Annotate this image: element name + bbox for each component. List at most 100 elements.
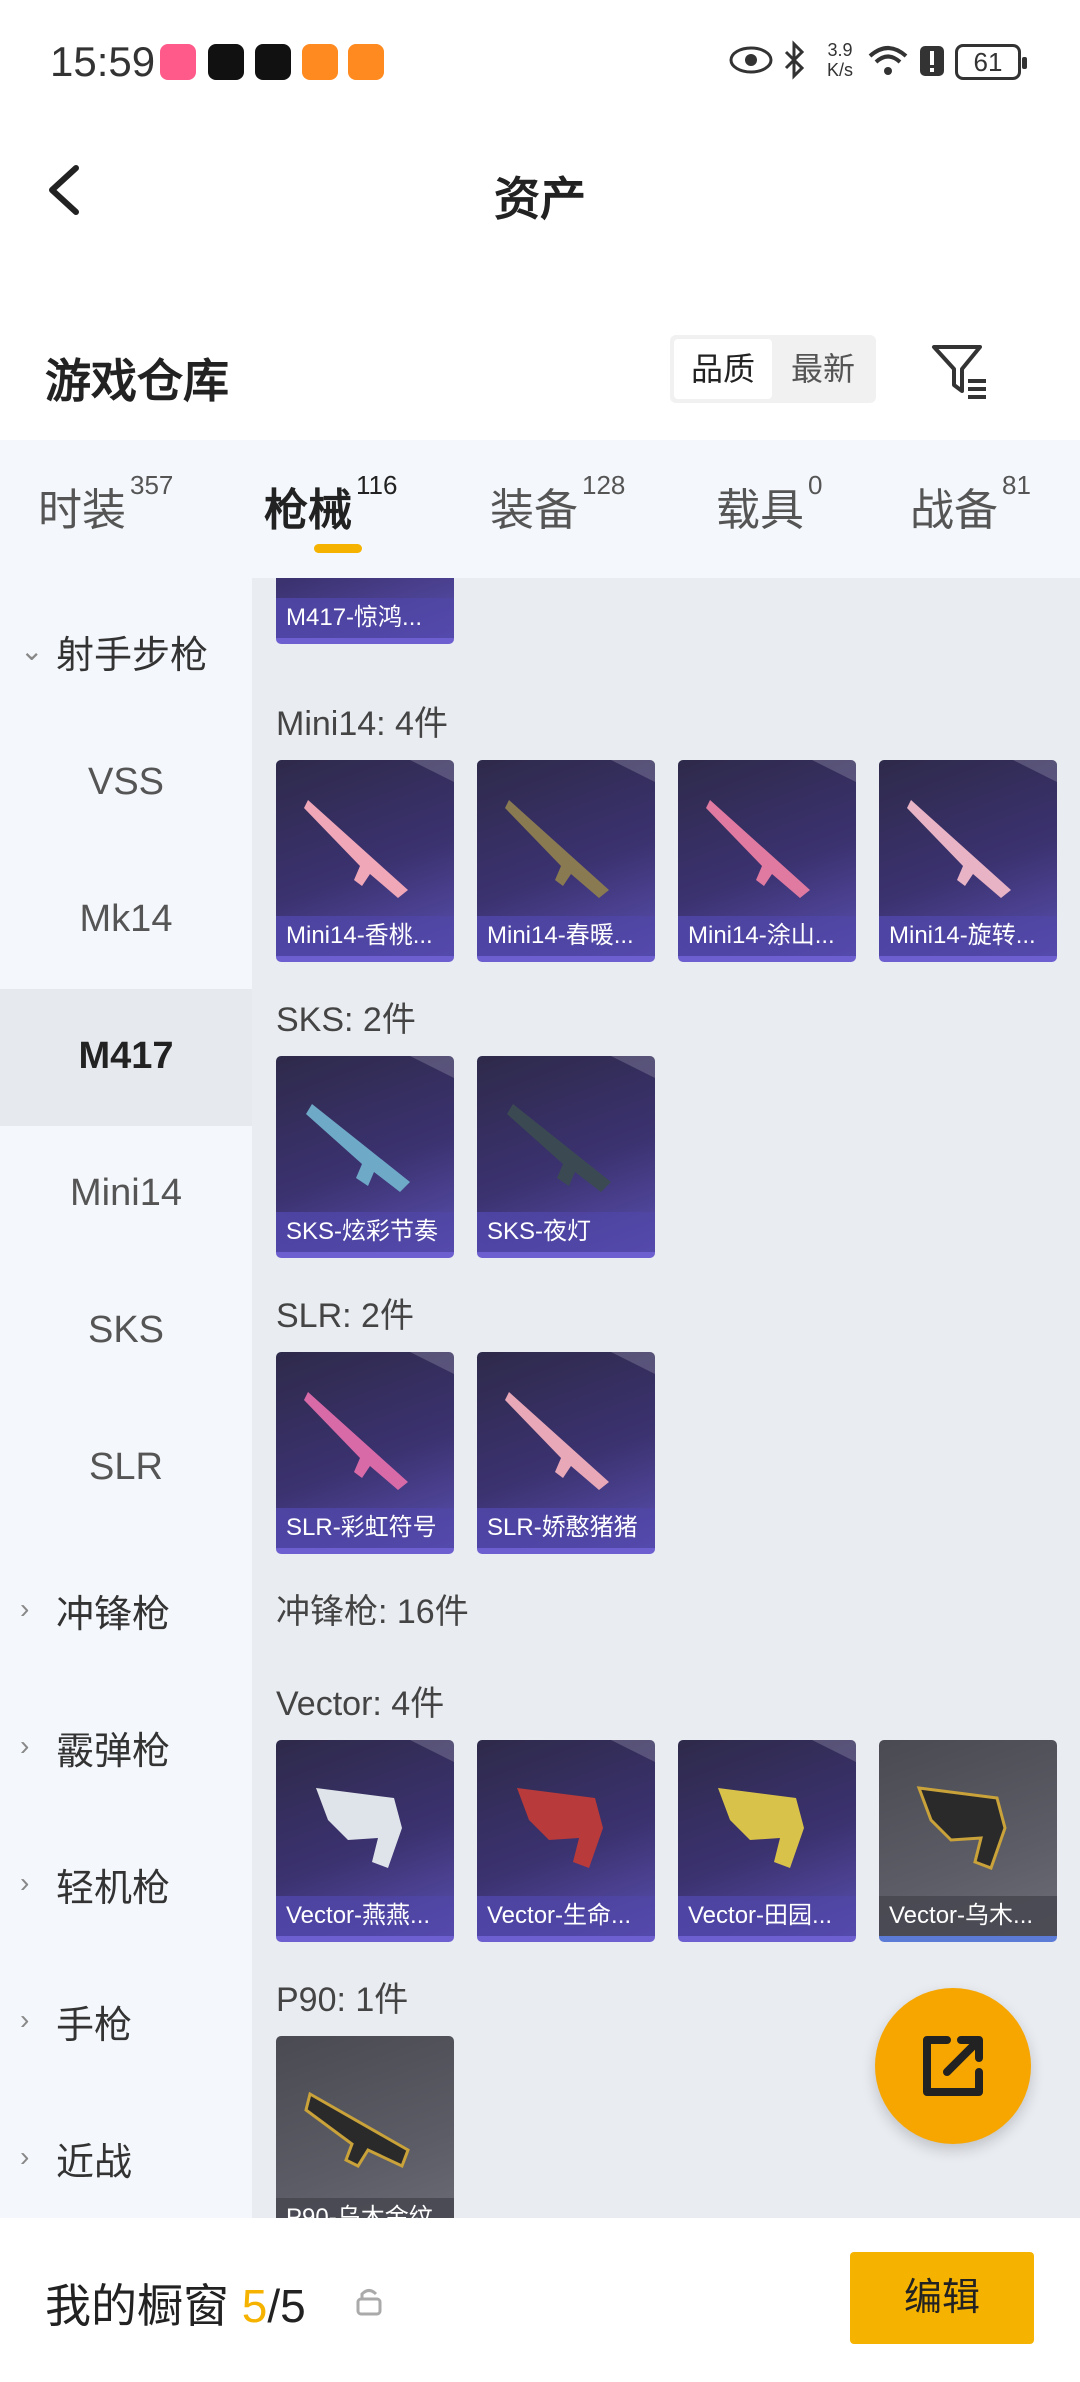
tab-label: 装备: [490, 486, 578, 535]
tab-count: 116: [356, 470, 398, 500]
sidebar-item-label: 近战: [56, 2142, 133, 2184]
skin-name: Vector-生命...: [477, 1896, 655, 1936]
rifle-icon: [505, 1392, 609, 1490]
skin-card[interactable]: SLR-彩虹符号: [276, 1352, 454, 1554]
smg-icon: [517, 1788, 603, 1868]
edit-button[interactable]: 编辑: [850, 2252, 1034, 2344]
app-notification-icon: [160, 44, 196, 80]
rifle-icon: [507, 1104, 611, 1192]
network-speed-value: 3.9: [827, 40, 853, 60]
wifi-icon: [868, 46, 908, 75]
lock-icon: [356, 2289, 382, 2316]
sort-latest-button[interactable]: 最新: [774, 339, 872, 399]
alert-icon: [920, 46, 944, 76]
skin-card[interactable]: Mini14-春暖...: [477, 760, 655, 962]
tab-count: 0: [808, 470, 823, 500]
chevron-right-icon: ›: [20, 1867, 30, 1898]
warehouse-title: 游戏仓库: [45, 355, 229, 407]
chevron-right-icon: ›: [20, 1730, 30, 1761]
sidebar-item-label: 轻机枪: [56, 1868, 171, 1910]
skin-name: P90-乌木金纹: [276, 2198, 454, 2218]
showcase-bar: 我的橱窗 5/5 编辑: [0, 2218, 1080, 2382]
tab-fashion[interactable]: 时装357: [38, 470, 173, 538]
rifle-icon: [306, 1104, 410, 1192]
group-title: P90: 1件: [276, 1981, 409, 2019]
tab-count: 357: [130, 470, 174, 500]
skin-card[interactable]: Mini14-旋转...: [879, 760, 1057, 962]
group-title: SKS: 2件: [276, 1001, 416, 1039]
tab-firearms[interactable]: 枪械116: [264, 470, 397, 538]
share-button[interactable]: [875, 1988, 1031, 2144]
rifle-icon: [505, 800, 609, 898]
showcase-count-total: /5: [267, 2280, 306, 2332]
sidebar-item-label: Mini14: [70, 1172, 182, 1214]
skin-card[interactable]: SLR-娇憨猪猪: [477, 1352, 655, 1554]
category-tabs: 时装357 枪械116 装备128 载具0 战备81: [0, 440, 1080, 578]
skin-name: Vector-乌木...: [879, 1896, 1057, 1936]
chevron-right-icon: ›: [20, 1593, 30, 1624]
tab-supplies[interactable]: 战备81: [910, 470, 1031, 538]
skin-name: Vector-燕燕...: [276, 1896, 454, 1936]
skin-card[interactable]: Vector-田园...: [678, 1740, 856, 1942]
skin-name: Mini14-春暖...: [477, 916, 655, 956]
sidebar-item-mini14[interactable]: Mini14: [0, 1126, 252, 1263]
sidebar-item-label: 手枪: [56, 2005, 133, 2047]
skin-card[interactable]: SKS-夜灯: [477, 1056, 655, 1258]
status-bar: 15:59 3.9 K/s 61: [0, 0, 1080, 125]
smg-icon: [316, 1788, 402, 1868]
skin-card[interactable]: Vector-乌木...: [879, 1740, 1057, 1942]
sidebar-item-marksman-rifles[interactable]: ⌄ 射手步枪: [0, 578, 252, 715]
chevron-right-icon: ›: [20, 2004, 30, 2035]
skin-name: SKS-炫彩节奏: [276, 1212, 454, 1252]
skin-card[interactable]: Mini14-香桃...: [276, 760, 454, 962]
skin-name: SLR-娇憨猪猪: [477, 1508, 655, 1548]
rifle-icon: [304, 1392, 408, 1490]
skin-card[interactable]: Vector-燕燕...: [276, 1740, 454, 1942]
sort-segmented-control: 品质 最新: [670, 335, 876, 403]
sidebar-item-sks[interactable]: SKS: [0, 1263, 252, 1400]
showcase-label: 我的橱窗 5/5: [45, 2270, 306, 2336]
skin-name: SKS-夜灯: [477, 1212, 655, 1252]
eye-icon: [729, 46, 773, 74]
sidebar-item-vss[interactable]: VSS: [0, 715, 252, 852]
battery-indicator: 61: [955, 44, 1027, 80]
filter-icon[interactable]: [928, 339, 992, 403]
sidebar-item-label: 射手步枪: [56, 635, 209, 677]
skin-card[interactable]: Vector-生命...: [477, 1740, 655, 1942]
weapon-sidebar: ⌄ 射手步枪 VSS Mk14 M417 Mini14 SKS SLR › 冲锋枪 …: [0, 578, 252, 2218]
sort-quality-button[interactable]: 品质: [674, 339, 772, 399]
skin-card[interactable]: P90-乌木金纹: [276, 2036, 454, 2218]
skin-name: Mini14-旋转...: [879, 916, 1057, 956]
sidebar-item-label: M417: [78, 1035, 174, 1077]
smg-icon: [718, 1788, 804, 1868]
share-icon: [923, 2036, 983, 2096]
sidebar-item-mk14[interactable]: Mk14: [0, 852, 252, 989]
sidebar-item-melee[interactable]: › 近战: [0, 2085, 252, 2222]
sidebar-item-shotgun[interactable]: › 霰弹枪: [0, 1674, 252, 1811]
group-title: Mini14: 4件: [276, 705, 448, 743]
sidebar-item-pistol[interactable]: › 手枪: [0, 1948, 252, 2085]
sidebar-item-smg[interactable]: › 冲锋枪: [0, 1537, 252, 1674]
sidebar-item-m417[interactable]: M417: [0, 989, 252, 1126]
group-title: 冲锋枪: 16件: [276, 1593, 469, 1631]
tab-equipment[interactable]: 装备128: [490, 470, 625, 538]
sidebar-item-label: 冲锋枪: [56, 1594, 171, 1636]
tab-label: 时装: [38, 486, 126, 535]
skin-card[interactable]: M417-惊鸿...: [276, 578, 454, 644]
active-tab-indicator: [314, 544, 362, 553]
page-title: 资产: [494, 173, 586, 225]
tab-label: 载具: [716, 486, 804, 535]
skin-grid: M417-惊鸿... Mini14: 4件 Mini14-香桃... Mini1…: [252, 578, 1080, 2218]
skin-name: M417-惊鸿...: [276, 598, 454, 638]
tab-label: 战备: [910, 486, 998, 535]
sidebar-item-slr[interactable]: SLR: [0, 1400, 252, 1537]
sidebar-item-lmg[interactable]: › 轻机枪: [0, 1811, 252, 1948]
sidebar-item-label: Mk14: [79, 898, 173, 940]
sidebar-item-label: VSS: [87, 761, 165, 803]
skin-name: Mini14-涂山...: [678, 916, 856, 956]
skin-card[interactable]: SKS-炫彩节奏: [276, 1056, 454, 1258]
network-speed: 3.9 K/s: [820, 40, 860, 80]
sidebar-item-label: SKS: [87, 1309, 165, 1351]
tab-vehicles[interactable]: 载具0: [716, 470, 822, 538]
skin-card[interactable]: Mini14-涂山...: [678, 760, 856, 962]
